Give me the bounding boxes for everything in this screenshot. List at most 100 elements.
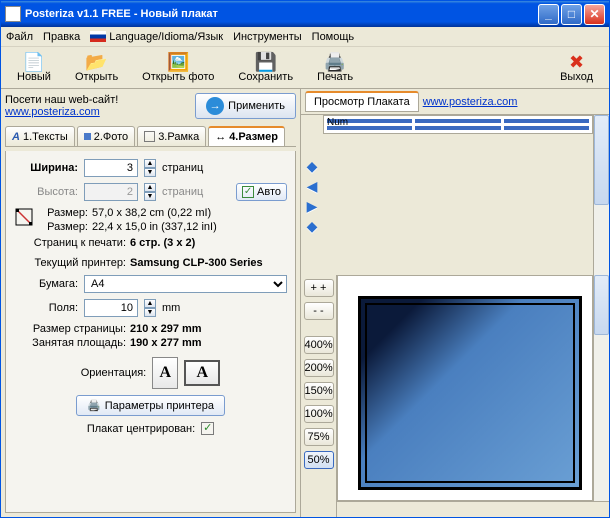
preview-area: + + - - 400% 200% 150% 100% 75% 50% bbox=[301, 275, 609, 517]
app-icon bbox=[5, 6, 21, 22]
toolbar: 📄Новый 📂Открыть 🖼️Открыть фото 💾Сохранит… bbox=[1, 47, 609, 89]
zoom-controls: + + - - 400% 200% 150% 100% 75% 50% bbox=[301, 275, 337, 517]
cur-printer: Samsung CLP-300 Series bbox=[130, 257, 263, 269]
tab-texts[interactable]: A1.Тексты bbox=[5, 126, 75, 146]
height-unit: страниц bbox=[162, 186, 203, 198]
left-tabs: A1.Тексты 2.Фото 3.Рамка ↔4.Размер bbox=[5, 126, 296, 147]
width-unit: страниц bbox=[162, 162, 203, 174]
nav-up-icon[interactable]: ◆ bbox=[304, 158, 320, 172]
margins-input[interactable] bbox=[84, 299, 138, 317]
width-label: Ширина: bbox=[14, 162, 78, 174]
thumb-tile[interactable] bbox=[415, 119, 500, 123]
auto-button[interactable]: ✓Авто bbox=[236, 183, 287, 201]
nav-right-icon[interactable]: ▶ bbox=[304, 198, 320, 212]
tab-size[interactable]: ↔4.Размер bbox=[208, 126, 285, 146]
visit-link[interactable]: www.posteriza.com bbox=[5, 106, 100, 118]
tab-preview[interactable]: Просмотр Плаката bbox=[305, 91, 419, 112]
centered-label: Плакат центрирован: bbox=[87, 423, 195, 435]
toolbar-print[interactable]: 🖨️Печать bbox=[306, 50, 364, 86]
preview-v-scrollbar[interactable] bbox=[593, 275, 609, 501]
poster-frame bbox=[358, 296, 582, 490]
visit-label: Посети наш web-сайт! bbox=[5, 94, 118, 106]
menu-edit[interactable]: Правка bbox=[43, 31, 80, 43]
preview-canvas[interactable] bbox=[337, 275, 593, 501]
cur-printer-label: Текущий принтер: bbox=[14, 257, 126, 269]
exit-icon: ✖ bbox=[569, 53, 584, 71]
thumb-tile[interactable] bbox=[415, 126, 500, 130]
margins-label: Поля: bbox=[14, 302, 78, 314]
tab-size-content: Ширина: ▲▼ страниц Высота: ▲▼ страниц ✓А… bbox=[5, 151, 296, 513]
photo-icon: 🖼️ bbox=[167, 53, 189, 71]
page-size: 210 x 297 mm bbox=[130, 323, 202, 335]
printer-icon: 🖨️ bbox=[87, 399, 101, 412]
nav-left-icon[interactable]: ◀ bbox=[304, 178, 320, 192]
left-panel: Посети наш web-сайт! www.posteriza.com →… bbox=[1, 89, 300, 517]
centered-checkbox[interactable]: ✓ bbox=[201, 422, 214, 435]
zoom-out-button[interactable]: - - bbox=[304, 302, 334, 320]
thumb-grid bbox=[323, 115, 593, 134]
margins-spinner[interactable]: ▲▼ bbox=[144, 299, 156, 317]
used-area-label: Занятая площадь: bbox=[14, 337, 126, 349]
preview-h-scrollbar[interactable] bbox=[337, 501, 609, 517]
zoom-100[interactable]: 100% bbox=[304, 405, 334, 423]
maximize-button[interactable]: □ bbox=[561, 4, 582, 25]
zoom-75[interactable]: 75% bbox=[304, 428, 334, 446]
thumbs-scrollbar[interactable] bbox=[593, 115, 609, 275]
orient-portrait[interactable]: A bbox=[152, 357, 178, 389]
toolbar-new[interactable]: 📄Новый bbox=[6, 50, 62, 86]
used-area: 190 x 277 mm bbox=[130, 337, 202, 349]
page-size-label: Размер страницы: bbox=[14, 323, 126, 335]
menu-file[interactable]: Файл bbox=[6, 31, 33, 43]
apply-icon: → bbox=[206, 97, 224, 115]
printer-params-button[interactable]: 🖨️ Параметры принтера bbox=[76, 395, 225, 416]
height-spinner: ▲▼ bbox=[144, 183, 156, 201]
apply-button[interactable]: → Применить bbox=[195, 93, 296, 119]
zoom-400[interactable]: 400% bbox=[304, 336, 334, 354]
width-spinner[interactable]: ▲▼ bbox=[144, 159, 156, 177]
zoom-150[interactable]: 150% bbox=[304, 382, 334, 400]
toolbar-exit[interactable]: ✖Выход bbox=[549, 50, 604, 86]
thumb-nav: ◆ ◀ ▶ ◆ bbox=[301, 115, 323, 275]
open-icon: 📂 bbox=[85, 53, 107, 71]
toolbar-open[interactable]: 📂Открыть bbox=[64, 50, 129, 86]
pages-to-print: 6 стр. (3 x 2) bbox=[130, 237, 195, 249]
paper-select[interactable]: A4 bbox=[84, 275, 287, 293]
tab-frame[interactable]: 3.Рамка bbox=[137, 126, 206, 146]
flag-icon bbox=[90, 31, 106, 42]
menu-language[interactable]: Language/Idioma/Язык bbox=[90, 31, 223, 43]
orient-landscape[interactable]: A bbox=[184, 360, 220, 386]
zoom-200[interactable]: 200% bbox=[304, 359, 334, 377]
tab-photo[interactable]: 2.Фото bbox=[77, 126, 135, 146]
close-button[interactable]: ✕ bbox=[584, 4, 605, 25]
menu-tools[interactable]: Инструменты bbox=[233, 31, 302, 43]
minimize-button[interactable]: _ bbox=[538, 4, 559, 25]
save-icon: 💾 bbox=[255, 53, 277, 71]
titlebar: Posteriza v1.1 FREE - Новый плакат _ □ ✕ bbox=[1, 1, 609, 27]
height-input bbox=[84, 183, 138, 201]
margins-unit: mm bbox=[162, 302, 180, 314]
menubar: Файл Правка Language/Idioma/Язык Инструм… bbox=[1, 27, 609, 47]
orient-label: Ориентация: bbox=[81, 367, 147, 379]
app-body: Посети наш web-сайт! www.posteriza.com →… bbox=[1, 89, 609, 517]
zoom-50[interactable]: 50% bbox=[304, 451, 334, 469]
thumb-tile[interactable] bbox=[504, 119, 589, 123]
num-label: Num bbox=[327, 117, 348, 128]
right-panel: Просмотр Плаката www.posteriza.com ◆ ◀ ▶… bbox=[300, 89, 609, 517]
thumb-tile[interactable] bbox=[504, 126, 589, 130]
nav-down-icon[interactable]: ◆ bbox=[304, 218, 320, 232]
paper-label: Бумага: bbox=[14, 278, 78, 290]
menu-help[interactable]: Помощь bbox=[312, 31, 355, 43]
tab-website[interactable]: www.posteriza.com bbox=[423, 96, 518, 108]
app-window: Posteriza v1.1 FREE - Новый плакат _ □ ✕… bbox=[0, 0, 610, 518]
window-title: Posteriza v1.1 FREE - Новый плакат bbox=[25, 8, 218, 20]
dimensions-icon bbox=[14, 207, 34, 227]
print-icon: 🖨️ bbox=[324, 53, 346, 71]
width-input[interactable] bbox=[84, 159, 138, 177]
new-icon: 📄 bbox=[23, 53, 45, 71]
thumbnails-area: ◆ ◀ ▶ ◆ Num bbox=[301, 115, 609, 275]
toolbar-save[interactable]: 💾Сохранить bbox=[227, 50, 304, 86]
height-label: Высота: bbox=[14, 186, 78, 198]
pages-to-print-label: Страниц к печати: bbox=[14, 237, 126, 249]
zoom-in-button[interactable]: + + bbox=[304, 279, 334, 297]
toolbar-open-photo[interactable]: 🖼️Открыть фото bbox=[131, 50, 225, 86]
